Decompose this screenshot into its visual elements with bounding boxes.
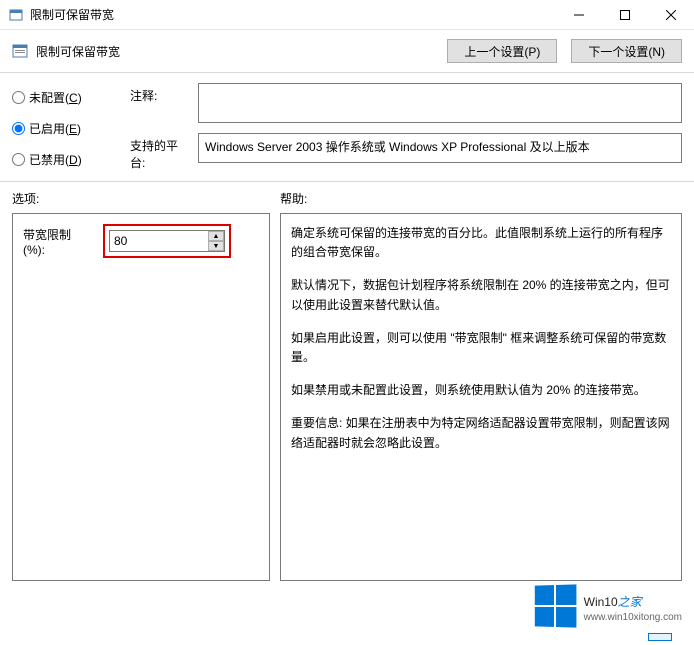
platform-label: 支持的平台: [130, 133, 190, 171]
spinner-up-button[interactable]: ▲ [208, 231, 224, 241]
radio-enabled-input[interactable] [12, 122, 25, 135]
bandwidth-highlight: ▲ ▼ [103, 224, 231, 258]
help-text: 确定系统可保留的连接带宽的百分比。此值限制系统上运行的所有程序的组合带宽保留。 [291, 224, 671, 262]
radio-disabled-input[interactable] [12, 153, 25, 166]
meta-fields: 注释: 支持的平台: Windows Server 2003 操作系统或 Win… [130, 83, 682, 171]
radio-not-configured-input[interactable] [12, 91, 25, 104]
close-button[interactable] [648, 0, 694, 30]
policy-title: 限制可保留带宽 [36, 43, 433, 60]
spinner-down-button[interactable]: ▼ [208, 241, 224, 251]
help-text: 如果禁用或未配置此设置，则系统使用默认值为 20% 的连接带宽。 [291, 381, 671, 400]
next-setting-button[interactable]: 下一个设置(N) [571, 39, 682, 63]
platform-row: 支持的平台: Windows Server 2003 操作系统或 Windows… [130, 133, 682, 171]
bandwidth-label: 带宽限制 (%): [23, 226, 95, 257]
comment-input[interactable] [198, 83, 682, 123]
radio-not-configured[interactable]: 未配置(C) [12, 89, 120, 106]
window-controls [556, 0, 694, 30]
help-section-label: 帮助: [280, 190, 307, 207]
help-panel[interactable]: 确定系统可保留的连接带宽的百分比。此值限制系统上运行的所有程序的组合带宽保留。 … [280, 213, 682, 581]
radio-disabled-label: 已禁用(D) [29, 151, 82, 168]
comment-row: 注释: [130, 83, 682, 123]
prev-setting-label: 上一个设置(P) [464, 43, 540, 60]
dialog-button[interactable] [648, 633, 672, 641]
options-section-label: 选项: [12, 190, 280, 207]
prev-setting-button[interactable]: 上一个设置(P) [447, 39, 557, 63]
help-text: 默认情况下，数据包计划程序将系统限制在 20% 的连接带宽之内，但可以使用此设置… [291, 276, 671, 314]
radio-enabled[interactable]: 已启用(E) [12, 120, 120, 137]
app-icon [8, 7, 24, 23]
bandwidth-row: 带宽限制 (%): ▲ ▼ [23, 224, 259, 258]
state-radios: 未配置(C) 已启用(E) 已禁用(D) [12, 83, 120, 171]
titlebar: 限制可保留带宽 [0, 0, 694, 30]
panels: 带宽限制 (%): ▲ ▼ 确定系统可保留的连接带宽的百分比。此值限制系统上运行… [0, 213, 694, 593]
config-section: 未配置(C) 已启用(E) 已禁用(D) 注释: 支持的平台: Windows … [0, 73, 694, 171]
next-setting-label: 下一个设置(N) [588, 43, 665, 60]
dialog-buttons-clipped [648, 633, 672, 641]
comment-label: 注释: [130, 83, 190, 104]
watermark-url: www.win10xitong.com [584, 612, 682, 623]
options-panel: 带宽限制 (%): ▲ ▼ [12, 213, 270, 581]
watermark-text: Win10之家 www.win10xitong.com [584, 589, 682, 623]
minimize-button[interactable] [556, 0, 602, 30]
maximize-button[interactable] [602, 0, 648, 30]
help-text: 如果启用此设置，则可以使用 "带宽限制" 框来调整系统可保留的带宽数量。 [291, 329, 671, 367]
platform-value: Windows Server 2003 操作系统或 Windows XP Pro… [198, 133, 682, 163]
policy-icon [12, 43, 28, 59]
radio-disabled[interactable]: 已禁用(D) [12, 151, 120, 168]
window-title: 限制可保留带宽 [30, 6, 556, 23]
toolbar: 限制可保留带宽 上一个设置(P) 下一个设置(N) [0, 30, 694, 72]
help-text: 重要信息: 如果在注册表中为特定网络适配器设置带宽限制，则配置该网络适配器时就会… [291, 414, 671, 452]
radio-not-configured-label: 未配置(C) [29, 89, 82, 106]
section-labels: 选项: 帮助: [0, 182, 694, 213]
radio-enabled-label: 已启用(E) [29, 120, 81, 137]
spinner-buttons: ▲ ▼ [208, 231, 224, 251]
